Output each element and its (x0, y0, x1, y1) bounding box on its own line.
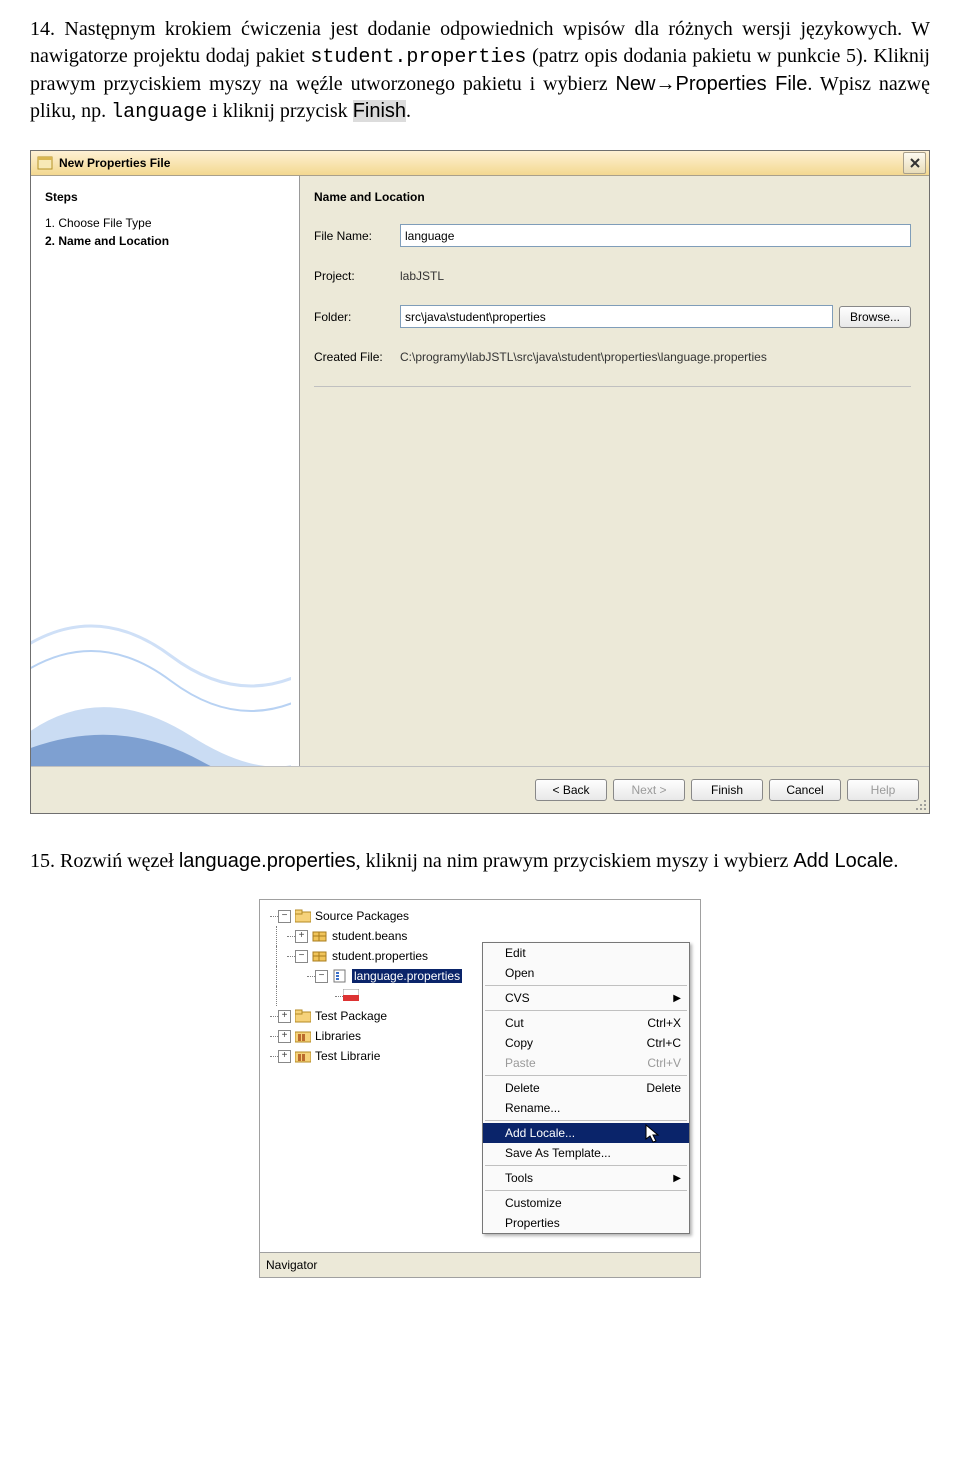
folder-icon (295, 909, 311, 923)
created-file-value: C:\programy\labJSTL\src\java\student\pro… (400, 348, 911, 366)
file-name-input[interactable] (400, 224, 911, 247)
separator (314, 386, 911, 387)
menu-item-paste: PasteCtrl+V (483, 1053, 689, 1073)
button-ref: Finish (353, 100, 406, 122)
libraries-icon (295, 1029, 311, 1043)
step-item: 1. Choose File Type (45, 216, 285, 230)
new-properties-file-dialog: New Properties File Steps 1. Choose File… (30, 150, 930, 814)
submenu-arrow-icon: ▶ (673, 993, 681, 1004)
package-icon (312, 949, 328, 963)
tree-label: Test Librarie (315, 1049, 380, 1063)
shortcut: Ctrl+C (637, 1036, 681, 1050)
menu-item-copy[interactable]: CopyCtrl+C (483, 1033, 689, 1053)
paragraph-14: 14. Następnym krokiem ćwiczenia jest dod… (30, 16, 930, 126)
tree-label: student.beans (332, 929, 407, 943)
tree-label: Test Package (315, 1009, 387, 1023)
step-item: 2. Name and Location (45, 234, 285, 248)
folder-label: Folder: (314, 310, 400, 324)
dialog-button-bar: < Back Next > Finish Cancel Help (31, 766, 929, 813)
tree-label-selected: language.properties (352, 969, 462, 983)
menu-separator (485, 1075, 687, 1076)
menu-separator (485, 1010, 687, 1011)
shortcut: Ctrl+X (637, 1016, 681, 1030)
tree-label: Source Packages (315, 909, 409, 923)
shortcut: Ctrl+V (637, 1056, 681, 1070)
text: Rozwiń węzeł (60, 850, 179, 872)
text: , kliknij na nim prawym przyciskiem mysz… (356, 850, 794, 872)
browse-button[interactable]: Browse... (839, 306, 911, 328)
project-value: labJSTL (400, 267, 911, 285)
text: . (406, 100, 411, 122)
menu-item-delete[interactable]: DeleteDelete (483, 1078, 689, 1098)
menu-item-cut[interactable]: CutCtrl+X (483, 1013, 689, 1033)
properties-file-icon (332, 969, 348, 983)
menu-item-open[interactable]: Open (483, 963, 689, 983)
shortcut: Delete (636, 1081, 681, 1095)
libraries-icon (295, 1049, 311, 1063)
text: . (893, 850, 898, 872)
project-label: Project: (314, 269, 400, 283)
submenu-arrow-icon: ▶ (673, 1173, 681, 1184)
menu-path: New→Properties File (615, 73, 807, 95)
minus-icon[interactable]: − (295, 950, 308, 963)
locale-flag-icon (343, 989, 359, 1003)
menu-item-properties[interactable]: Properties (483, 1213, 689, 1233)
menu-separator (485, 1165, 687, 1166)
window-icon (37, 155, 53, 171)
menu-ref: Add Locale (793, 850, 893, 872)
num: 14. (30, 18, 64, 40)
created-file-label: Created File: (314, 350, 400, 364)
menu-item-add-locale[interactable]: Add Locale... (483, 1123, 689, 1143)
paragraph-15: 15. Rozwiń węzeł language.properties, kl… (30, 848, 930, 875)
cursor-icon (645, 1124, 661, 1144)
package-icon (312, 929, 328, 943)
menu-item-rename[interactable]: Rename... (483, 1098, 689, 1118)
menu-separator (485, 1190, 687, 1191)
back-button[interactable]: < Back (535, 779, 607, 801)
steps-pane: Steps 1. Choose File Type 2. Name and Lo… (31, 176, 300, 766)
plus-icon[interactable]: + (295, 930, 308, 943)
menu-item-save-as-template[interactable]: Save As Template... (483, 1143, 689, 1163)
steps-heading: Steps (45, 190, 285, 204)
window-title: New Properties File (59, 156, 903, 170)
code: student.properties (310, 46, 526, 69)
menu-item-customize[interactable]: Customize (483, 1193, 689, 1213)
next-button[interactable]: Next > (613, 779, 685, 801)
file-name-label: File Name: (314, 229, 400, 243)
cancel-button[interactable]: Cancel (769, 779, 841, 801)
menu-separator (485, 985, 687, 986)
plus-icon[interactable]: + (278, 1050, 291, 1063)
text: i kliknij przycisk (207, 100, 353, 122)
menu-item-cvs[interactable]: CVS▶ (483, 988, 689, 1008)
project-tree-screenshot: − Source Packages + student.beans − stud… (259, 899, 701, 1278)
context-menu: Edit Open CVS▶ CutCtrl+X CopyCtrl+C Past… (482, 942, 690, 1234)
resize-grip-icon[interactable] (913, 797, 927, 811)
tree-label: student.properties (332, 949, 428, 963)
close-button[interactable] (903, 152, 926, 174)
decorative-wave (31, 506, 291, 766)
navigator-label: Navigator (266, 1258, 317, 1272)
folder-input[interactable] (400, 305, 833, 328)
tree-row-source-packages[interactable]: − Source Packages (260, 906, 700, 926)
num: 15. (30, 850, 60, 872)
minus-icon[interactable]: − (278, 910, 291, 923)
code: language (111, 101, 207, 124)
form-pane: Name and Location File Name: Project: la… (300, 176, 929, 766)
plus-icon[interactable]: + (278, 1030, 291, 1043)
minus-icon[interactable]: − (315, 970, 328, 983)
finish-button[interactable]: Finish (691, 779, 763, 801)
menu-item-edit[interactable]: Edit (483, 943, 689, 963)
menu-item-tools[interactable]: Tools▶ (483, 1168, 689, 1188)
menu-separator (485, 1120, 687, 1121)
plus-icon[interactable]: + (278, 1010, 291, 1023)
file-ref: language.properties (179, 850, 356, 872)
help-button[interactable]: Help (847, 779, 919, 801)
form-heading: Name and Location (314, 190, 911, 204)
navigator-panel-header[interactable]: Navigator (260, 1252, 700, 1277)
folder-icon (295, 1009, 311, 1023)
titlebar[interactable]: New Properties File (31, 151, 929, 176)
tree-label: Libraries (315, 1029, 361, 1043)
